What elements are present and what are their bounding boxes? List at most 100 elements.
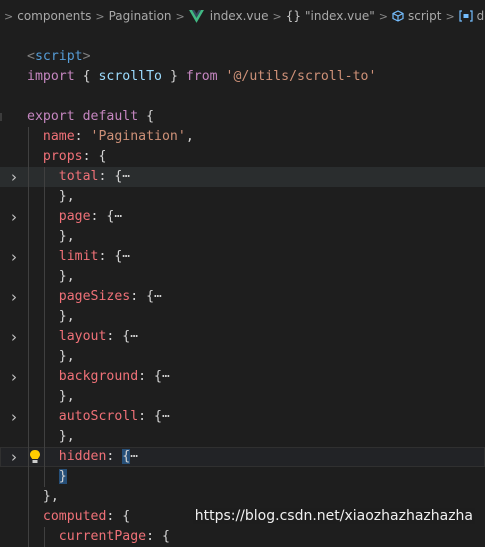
code-token: pageSizes (27, 289, 131, 304)
chevron-right-icon: > (95, 9, 105, 23)
code-token: script (34, 49, 83, 64)
code-text: export default { (27, 107, 154, 127)
code-token: : { (82, 149, 107, 164)
code-token: : { (98, 249, 123, 264)
code-line[interactable]: import { scrollTo } from '@/utils/scroll… (0, 67, 485, 87)
code-text: pageSizes: {⋯ (27, 287, 162, 307)
code-token: import (27, 69, 75, 84)
code-token: props (27, 149, 83, 164)
code-line[interactable]: props: { (0, 147, 485, 167)
code-token: }, (27, 489, 59, 504)
code-line[interactable]: }, (0, 427, 485, 447)
code-token: from (185, 69, 218, 84)
code-token: '@/utils/scroll-to' (225, 69, 377, 84)
code-line[interactable]: › layout: {⋯ (0, 327, 485, 347)
code-line[interactable]: }, (0, 267, 485, 287)
code-line[interactable]: }, (0, 387, 485, 407)
breadcrumb-label: defaul (476, 9, 485, 23)
code-line[interactable]: }, (0, 187, 485, 207)
code-token: : { (106, 509, 131, 524)
fold-chevron-icon[interactable]: › (11, 367, 21, 387)
code-line[interactable] (0, 87, 485, 107)
code-line[interactable]: export default { (0, 107, 485, 127)
code-text: limit: {⋯ (27, 247, 131, 267)
code-text: hidden: {⋯ (27, 447, 138, 467)
code-editor[interactable]: <script> import { scrollTo } from '@/util… (0, 47, 485, 547)
code-token: total (27, 169, 99, 184)
code-line[interactable]: › hidden: {⋯ (0, 447, 485, 467)
code-line[interactable]: › pageSizes: {⋯ (0, 287, 485, 307)
code-text: }, (27, 427, 75, 447)
code-token: { (74, 69, 99, 84)
code-token: : { (98, 169, 123, 184)
code-token: ⋯ (161, 369, 170, 384)
code-token: }, (27, 269, 75, 284)
breadcrumb-item-module[interactable]: {} "index.vue" (286, 9, 375, 23)
chevron-right-icon: > (175, 9, 185, 23)
code-text: background: {⋯ (27, 367, 170, 387)
code-token: ⋯ (130, 449, 139, 464)
code-text: }, (27, 187, 75, 207)
code-text: <script> (27, 47, 91, 67)
code-token: : { (146, 529, 170, 544)
fold-chevron-icon[interactable]: › (11, 167, 21, 187)
code-line[interactable]: }, (0, 347, 485, 367)
code-token: computed (27, 509, 107, 524)
code-text: }, (27, 347, 75, 367)
vue-file-icon (188, 9, 204, 23)
fold-chevron-icon[interactable]: › (11, 287, 21, 307)
code-line[interactable]: › page: {⋯ (0, 207, 485, 227)
code-token: ⋯ (122, 249, 131, 264)
code-token: background (27, 369, 139, 384)
code-token: export (27, 109, 75, 124)
code-line[interactable]: <script> (0, 47, 485, 67)
gutter-marker (0, 113, 2, 121)
code-token: : { (138, 409, 162, 424)
chevron-right-icon: > (378, 9, 388, 23)
code-line[interactable]: name: 'Pagination', (0, 127, 485, 147)
code-token: ⋯ (154, 289, 162, 304)
code-line[interactable]: › total: {⋯ (0, 167, 485, 187)
code-line[interactable]: › background: {⋯ (0, 367, 485, 387)
code-token: }, (27, 349, 75, 364)
breadcrumb-item-pagination[interactable]: Pagination (109, 9, 172, 23)
breadcrumb-item-file[interactable]: index.vue (188, 9, 269, 23)
breadcrumb-label: index.vue (209, 9, 269, 23)
code-line[interactable]: }, (0, 307, 485, 327)
fold-chevron-icon[interactable]: › (11, 407, 21, 427)
code-token: , (185, 129, 194, 144)
fold-chevron-icon[interactable]: › (11, 447, 21, 467)
chevron-right-icon: > (272, 9, 282, 23)
code-line[interactable]: › limit: {⋯ (0, 247, 485, 267)
code-token: 'Pagination' (90, 129, 186, 144)
code-token: }, (27, 189, 75, 204)
code-line[interactable]: › autoScroll: {⋯ (0, 407, 485, 427)
breadcrumb-label: script (407, 9, 442, 23)
code-text: props: { (27, 147, 107, 167)
code-text: }, (27, 307, 75, 327)
code-token: } (58, 469, 67, 484)
code-token: default (82, 109, 139, 124)
chevron-right-icon: > (4, 9, 14, 23)
variable-icon (459, 10, 473, 22)
code-token: currentPage (27, 529, 147, 544)
code-token: > (82, 49, 91, 64)
breadcrumb-item-script[interactable]: script (392, 9, 441, 23)
code-token: page (27, 209, 91, 224)
breadcrumb: > components > Pagination > index.vue > … (0, 0, 485, 32)
fold-chevron-icon[interactable]: › (11, 247, 21, 267)
code-text: }, (27, 267, 75, 287)
code-line[interactable]: }, (0, 227, 485, 247)
breadcrumb-item-components[interactable]: components (17, 9, 91, 23)
code-token: layout (27, 329, 107, 344)
code-line[interactable]: } (0, 467, 485, 487)
fold-chevron-icon[interactable]: › (11, 207, 21, 227)
braces-icon: {} (285, 9, 301, 23)
breadcrumb-item-default[interactable]: defaul (459, 9, 485, 23)
fold-chevron-icon[interactable]: › (11, 327, 21, 347)
code-text: computed: { (27, 507, 130, 527)
code-line[interactable]: currentPage: { (0, 527, 485, 547)
code-line[interactable]: }, (0, 487, 485, 507)
